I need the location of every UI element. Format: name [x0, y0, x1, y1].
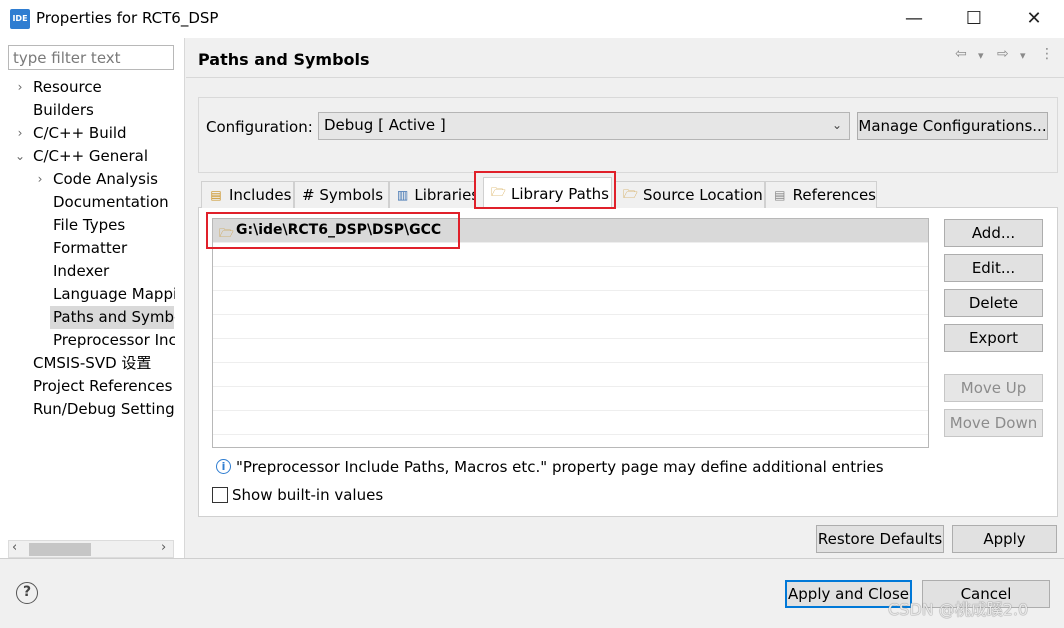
tab-label: Source Location	[643, 186, 763, 204]
empty-row	[213, 291, 928, 315]
forward-arrow-icon[interactable]: ⇨	[997, 46, 1009, 62]
tree-item-label: Preprocessor Inc	[53, 331, 175, 349]
show-builtin-label[interactable]: Show built-in values	[232, 486, 383, 504]
tree-item-label: Run/Debug Setting	[33, 400, 175, 418]
chevron-right-icon: ›	[37, 172, 43, 186]
page-title: Paths and Symbols	[198, 50, 370, 69]
more-menu-icon[interactable]: ⋮	[1040, 46, 1054, 62]
minimize-button[interactable]: —	[884, 0, 944, 38]
tree-item-code-analysis[interactable]: › Code Analysis	[0, 168, 180, 191]
tree-item-label: C/C++ Build	[33, 124, 127, 142]
tree-item-project-references[interactable]: Project References	[0, 375, 180, 398]
empty-row	[213, 363, 928, 387]
back-arrow-icon[interactable]: ⇦	[955, 46, 967, 62]
tab-label: # Symbols	[302, 186, 384, 204]
tab-source-location[interactable]: 🗁 Source Location	[615, 181, 765, 208]
tree-item-label: Paths and Symbo	[53, 308, 175, 326]
scrollbar-thumb[interactable]	[29, 543, 91, 556]
tab-symbols[interactable]: # Symbols	[294, 181, 389, 208]
maximize-button[interactable]: ☐	[944, 0, 1004, 38]
tree-item-indexer[interactable]: Indexer	[0, 260, 180, 283]
tree-item-paths-and-symbols[interactable]: Paths and Symbo	[0, 306, 175, 329]
configuration-label: Configuration:	[206, 118, 313, 136]
csdn-watermark: CSDN @桃成蹊2.0	[888, 600, 1029, 619]
tree-item-formatter[interactable]: Formatter	[0, 237, 180, 260]
move-down-button[interactable]: Move Down	[944, 409, 1043, 437]
delete-button[interactable]: Delete	[944, 289, 1043, 317]
info-text: "Preprocessor Include Paths, Macros etc.…	[236, 458, 884, 476]
tab-label: Libraries	[414, 186, 475, 204]
empty-row	[213, 387, 928, 411]
tree-item-label: File Types	[53, 216, 126, 234]
empty-row	[213, 411, 928, 435]
library-paths-list[interactable]: 🗁 G:\ide\RCT6_DSP\DSP\GCC	[212, 218, 929, 448]
tree-horizontal-scrollbar[interactable]: ‹ ›	[8, 540, 174, 558]
tree-item-label: CMSIS-SVD 设置	[33, 354, 152, 372]
empty-row	[213, 339, 928, 363]
tree-item-cpp-general[interactable]: ⌄ C/C++ General	[0, 145, 180, 168]
scroll-right-icon[interactable]: ›	[161, 540, 166, 555]
tree-item-preprocessor-include[interactable]: Preprocessor Inc	[0, 329, 175, 352]
header-separator	[186, 77, 1064, 78]
tree-item-cmsis-svd[interactable]: CMSIS-SVD 设置	[0, 352, 180, 375]
tree-item-documentation[interactable]: Documentation	[0, 191, 180, 214]
close-button[interactable]: ✕	[1004, 0, 1064, 38]
path-row-highlight	[206, 212, 460, 249]
apply-button[interactable]: Apply	[952, 525, 1057, 553]
window-title: Properties for RCT6_DSP	[36, 9, 219, 27]
tree-item-label: Language Mappi	[53, 285, 175, 303]
tab-label: References	[792, 186, 876, 204]
tree-item-label: C/C++ General	[33, 147, 149, 165]
library-paths-tab-highlight	[474, 171, 616, 209]
chevron-down-icon[interactable]: ⌄	[832, 118, 842, 132]
tree-item-label: Documentation	[53, 193, 169, 211]
tree-item-label: Resource	[33, 78, 102, 96]
empty-row	[213, 315, 928, 339]
tree-item-file-types[interactable]: File Types	[0, 214, 180, 237]
ide-app-icon: IDE	[10, 9, 30, 29]
tree-item-label: Formatter	[53, 239, 128, 257]
folder-icon: 🗁	[623, 186, 638, 201]
tree-item-label: Code Analysis	[53, 170, 158, 188]
move-up-button[interactable]: Move Up	[944, 374, 1043, 402]
export-button[interactable]: Export	[944, 324, 1043, 352]
edit-button[interactable]: Edit...	[944, 254, 1043, 282]
show-builtin-checkbox[interactable]	[212, 487, 228, 503]
filter-input[interactable]	[8, 45, 174, 70]
tree-item-resource[interactable]: › Resource	[0, 76, 180, 99]
includes-icon: ▤	[210, 188, 222, 202]
scroll-left-icon[interactable]: ‹	[12, 540, 17, 555]
chevron-right-icon: ›	[17, 80, 23, 94]
help-icon[interactable]: ?	[16, 582, 38, 604]
tree-item-label: Indexer	[53, 262, 110, 280]
restore-defaults-button[interactable]: Restore Defaults	[816, 525, 944, 553]
property-tree-panel: › Resource Builders › C/C++ Build ⌄ C/C+…	[0, 38, 185, 560]
tab-includes[interactable]: ▤ Includes	[201, 181, 294, 208]
tree-item-cpp-build[interactable]: › C/C++ Build	[0, 122, 180, 145]
configuration-select[interactable]: Debug [ Active ]	[318, 112, 850, 140]
tab-label: Includes	[229, 186, 292, 204]
tree-item-builders[interactable]: Builders	[0, 99, 180, 122]
tree-item-run-debug-settings[interactable]: Run/Debug Setting	[0, 398, 180, 421]
forward-menu-icon[interactable]: ▾	[1020, 49, 1026, 62]
tree-item-label: Builders	[33, 101, 94, 119]
library-icon: ▥	[397, 188, 409, 202]
tree-item-language-mappings[interactable]: Language Mappi	[0, 283, 175, 306]
tree-item-label: Project References	[33, 377, 173, 395]
chevron-right-icon: ›	[17, 126, 23, 140]
add-button[interactable]: Add...	[944, 219, 1043, 247]
chevron-down-icon: ⌄	[14, 149, 26, 163]
manage-configurations-button[interactable]: Manage Configurations...	[857, 112, 1048, 140]
info-icon: i	[216, 459, 231, 474]
tab-references[interactable]: ▤ References	[765, 181, 877, 208]
back-menu-icon[interactable]: ▾	[978, 49, 984, 62]
tab-libraries[interactable]: ▥ Libraries	[389, 181, 475, 208]
references-icon: ▤	[774, 188, 786, 202]
empty-row	[213, 267, 928, 291]
